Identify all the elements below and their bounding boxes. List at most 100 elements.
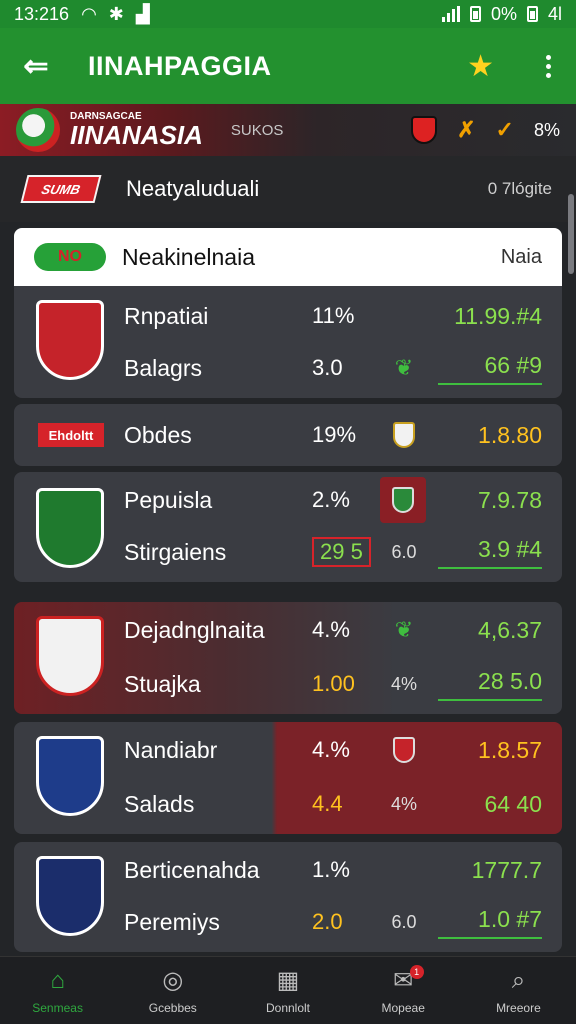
nav-label: Mreeore [496, 1000, 541, 1015]
team-name: Salads [124, 790, 195, 817]
team-pct: 1.00 [312, 671, 355, 696]
match-row[interactable]: Dejadnglnaita 4.% ❦ 4,6.37 [14, 604, 562, 656]
team-odds[interactable]: 1.8.57 [438, 737, 542, 764]
team-odds[interactable]: 1.8.80 [438, 422, 542, 449]
nav-label: Gcebbes [148, 1000, 197, 1015]
mid-value: 4% [390, 793, 417, 814]
bottom-nav: ⌂ Senmeas ◎ Gcebbes ▦ Donnlolt ✉ 1 Mopea… [0, 956, 576, 1024]
list-badge: NO [34, 243, 106, 271]
back-arrow-icon[interactable]: ⇐ [18, 48, 54, 84]
team-name: Nandiabr [124, 736, 218, 763]
league-banner[interactable]: DARNSAGCAE IINANASIA SUKOS ✗ ✓ 8% [0, 104, 576, 156]
team-odds[interactable]: 1777.7 [438, 857, 542, 884]
list-header[interactable]: NO Neakinelnaia Naia [14, 228, 562, 286]
league-logo [16, 108, 60, 152]
page-title: IINAHPAGGIA [88, 50, 272, 81]
nav-home[interactable]: ⌂ Senmeas [0, 957, 115, 1024]
team-pct: 29 5 [312, 537, 371, 567]
match-card[interactable]: Pepuisla 2.% 7.9.78 Stirgaiens 29 5 6.0 … [14, 472, 562, 582]
banner-pct: 8% [533, 119, 560, 140]
match-card[interactable]: Ehdoltt Obdes 19% 1.8.80 [14, 404, 562, 466]
leaf-icon: ❦ [394, 355, 414, 380]
team-name: Balagrs [124, 354, 202, 381]
brand-big: IINANASIA [70, 120, 203, 150]
battery-text: 0% [490, 3, 517, 24]
banner-sub: SUKOS [230, 121, 284, 139]
match-card[interactable]: Berticenahda 1.% 1777.7 Peremiys 2.0 6.0… [14, 842, 562, 952]
leaf-icon: ❦ [394, 617, 414, 642]
match-card[interactable]: Rnpatiai 11% 11.99.#4 Balagrs 3.0 ❦ 66 #… [14, 286, 562, 398]
match-row[interactable]: Salads 4.4 4% 64 40 [14, 778, 562, 830]
team-pct: 11% [312, 303, 355, 328]
list-title: Neakinelnaia [122, 243, 255, 270]
mid-value: 6.0 [391, 911, 417, 932]
team-name: Dejadnglnaita [124, 616, 265, 643]
team-odds[interactable]: 7.9.78 [438, 487, 542, 514]
shield-icon [386, 417, 422, 453]
nav-search[interactable]: ⌕ Mreeore [461, 957, 576, 1024]
team-odds[interactable]: 4,6.37 [438, 617, 542, 644]
match-row[interactable]: Obdes 19% 1.8.80 [14, 409, 562, 461]
search-icon: ⌕ [511, 966, 526, 994]
team-name: Peremiys [124, 908, 220, 935]
battery-icon-2 [526, 6, 538, 22]
mid-value: 4% [390, 673, 417, 694]
nav-label: Mopeae [381, 1000, 425, 1015]
match-row[interactable]: Pepuisla 2.% 7.9.78 [14, 474, 562, 526]
status-right-text: 4l [547, 3, 562, 24]
match-card[interactable]: Nandiabr 4.% 1.8.57 Salads 4.4 4% 64 40 [14, 722, 562, 834]
nav-grid[interactable]: ▦ Donnlolt [230, 957, 345, 1024]
team-odds[interactable]: 1.0 #7 [438, 906, 542, 939]
team-pct: 2.0 [312, 909, 343, 934]
team-name: Obdes [124, 421, 192, 448]
home-icon: ⌂ [50, 966, 65, 994]
team-pct: 2.% [312, 487, 350, 512]
team-name: Pepuisla [124, 486, 213, 513]
nav-messages[interactable]: ✉ 1 Mopeae [346, 957, 461, 1024]
shield-icon [386, 732, 422, 768]
match-row[interactable]: Peremiys 2.0 6.0 1.0 #7 [14, 896, 562, 948]
team-pct: 19% [312, 422, 357, 447]
shield-icon [380, 477, 426, 523]
club-shield-icon[interactable] [411, 116, 438, 144]
list-right: Naia [500, 245, 542, 268]
team-pct: 4.% [312, 737, 350, 762]
team-odds[interactable]: 11.99.#4 [438, 303, 542, 330]
team-name: Berticenahda [124, 856, 260, 883]
app-bar: ⇐ IINAHPAGGIA ★ [0, 28, 576, 104]
check-icon[interactable]: ✓ [496, 117, 514, 143]
cross-icon[interactable]: ✗ [457, 117, 475, 143]
signal-icon [441, 6, 460, 22]
team-odds[interactable]: 28 5.0 [438, 668, 542, 701]
star-icon[interactable]: ★ [467, 49, 494, 84]
nav-compass[interactable]: ◎ Gcebbes [115, 957, 230, 1024]
team-name: Stirgaiens [124, 538, 227, 565]
nav-label: Donnlolt [265, 1000, 311, 1015]
team-pct: 4.4 [312, 791, 343, 816]
match-row[interactable]: Berticenahda 1.% 1777.7 [14, 844, 562, 896]
section-time: 0 7lógite [487, 179, 552, 198]
match-row[interactable]: Stuajka 1.00 4% 28 5.0 [14, 658, 562, 710]
more-vert-icon[interactable] [538, 54, 558, 78]
match-card[interactable]: Dejadnglnaita 4.% ❦ 4,6.37 Stuajka 1.00 … [14, 602, 562, 714]
team-name: Rnpatiai [124, 302, 209, 329]
compass-icon: ◎ [162, 966, 184, 994]
match-row[interactable]: Stirgaiens 29 5 6.0 3.9 #4 [14, 526, 562, 578]
scrollbar[interactable] [568, 194, 574, 274]
match-row[interactable]: Balagrs 3.0 ❦ 66 #9 [14, 342, 562, 394]
nav-label: Senmeas [32, 1000, 83, 1015]
team-name: Stuajka [124, 670, 201, 697]
team-odds[interactable]: 66 #9 [438, 352, 542, 385]
match-row[interactable]: Nandiabr 4.% 1.8.57 [14, 724, 562, 776]
wifi-icon: ◠ [81, 3, 97, 24]
image-icon: ▟ [135, 3, 150, 24]
bluetooth-icon: ✱ [108, 3, 124, 24]
status-time: 13:216 [14, 3, 70, 24]
match-row[interactable]: Rnpatiai 11% 11.99.#4 [14, 290, 562, 342]
team-odds[interactable]: 3.9 #4 [438, 536, 542, 569]
team-odds[interactable]: 64 40 [438, 791, 542, 818]
league-brand: DARNSAGCAE IINANASIA [70, 112, 203, 150]
section-tag: SUMB [20, 175, 102, 203]
team-pct: 4.% [312, 617, 350, 642]
team-pct: 1.% [312, 857, 350, 882]
